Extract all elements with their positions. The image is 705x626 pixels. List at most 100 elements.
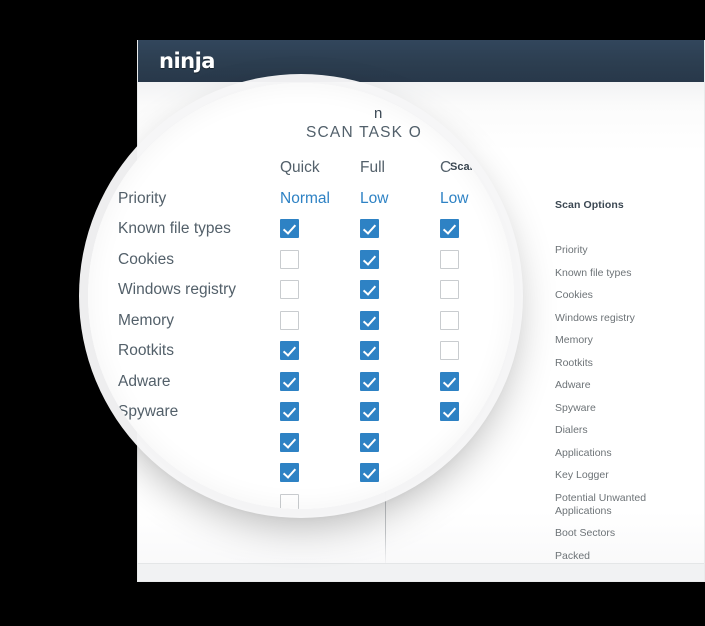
list-item[interactable]: Applications	[555, 447, 695, 460]
checkbox[interactable]	[280, 310, 299, 330]
table-row	[118, 493, 514, 509]
checkbox-cell	[280, 401, 360, 421]
checkbox[interactable]	[280, 493, 299, 509]
table-row: Windows registry	[118, 279, 514, 310]
column-header-custom: C	[440, 157, 514, 179]
checkbox[interactable]	[440, 402, 459, 421]
column-header-quick: Quick	[280, 157, 360, 179]
table-row: Adware	[118, 371, 514, 402]
checkbox-cell	[280, 310, 360, 330]
checkbox[interactable]	[440, 371, 459, 391]
checkbox[interactable]	[360, 249, 379, 269]
list-item[interactable]: Dialers	[555, 424, 695, 437]
checkbox[interactable]	[280, 432, 299, 452]
scan-options-panel: Scan Options Priority Known file types C…	[555, 199, 695, 582]
list-item[interactable]: Cookies	[555, 289, 695, 302]
magnified-dialog-title: SCAN TASK O	[306, 124, 422, 141]
priority-value-quick: Normal	[280, 188, 360, 210]
checkbox[interactable]	[360, 402, 379, 421]
screenshot-stage: ninja n SCAN TASK O Scan Options Priorit…	[0, 0, 705, 626]
app-logo: ninja	[159, 49, 215, 73]
checkbox[interactable]	[280, 249, 299, 269]
checkbox-cell	[280, 371, 360, 391]
checkbox-cell	[440, 249, 514, 269]
priority-value[interactable]: Normal	[280, 190, 330, 207]
priority-value[interactable]: Low	[440, 190, 468, 207]
column-header-label: Quick	[280, 159, 320, 176]
column-header-label: Full	[360, 159, 385, 176]
checkbox[interactable]	[360, 463, 379, 482]
list-item[interactable]: Packed	[555, 550, 695, 563]
checkbox[interactable]	[280, 371, 299, 391]
checkbox[interactable]	[440, 310, 459, 330]
table-row: Memory	[118, 310, 514, 341]
list-item[interactable]: Potential Unwanted Applications	[555, 492, 695, 518]
table-row: lers	[118, 432, 514, 463]
row-label: Rootkits	[118, 342, 174, 359]
checkbox-cell	[280, 462, 360, 482]
column-header-label: C	[440, 159, 452, 176]
list-item[interactable]: Windows registry	[555, 312, 695, 325]
checkbox-cell	[280, 218, 360, 238]
checkbox[interactable]	[360, 219, 379, 238]
list-item[interactable]: Rootkits	[555, 357, 695, 370]
checkbox-cell	[280, 279, 360, 299]
checkbox-cell	[280, 340, 360, 360]
checkbox-cell	[360, 279, 440, 299]
scan-options-header: Scan Options	[555, 199, 624, 211]
row-label: Memory	[118, 311, 174, 329]
table-row: Spyware	[118, 401, 514, 432]
list-item[interactable]: Spyware	[555, 402, 695, 415]
checkbox-cell	[360, 401, 440, 421]
checkbox-cell	[440, 401, 514, 421]
table-row-priority: Priority Normal Low Low	[118, 188, 514, 219]
priority-value-full: Low	[360, 188, 440, 210]
checkbox[interactable]	[440, 280, 459, 299]
checkbox-cell	[360, 310, 440, 330]
checkbox-cell	[360, 432, 440, 452]
checkbox[interactable]	[280, 219, 299, 238]
list-item[interactable]: Priority	[555, 244, 695, 257]
checkbox[interactable]	[280, 341, 299, 360]
magnified-subtitle-fragment: n	[374, 105, 383, 122]
checkbox[interactable]	[360, 280, 379, 299]
table-header-row: Quick Full C	[118, 157, 514, 188]
checkbox[interactable]	[360, 310, 379, 330]
checkbox[interactable]	[360, 371, 379, 391]
list-item[interactable]: Known file types	[555, 267, 695, 280]
row-label: ns	[118, 464, 135, 481]
checkbox[interactable]	[360, 341, 379, 360]
row-label: Spyware	[118, 403, 179, 420]
checkbox[interactable]	[440, 249, 459, 269]
checkbox[interactable]	[280, 463, 299, 482]
checkbox-cell	[280, 493, 360, 509]
scan-task-options-table: Quick Full C Priority Normal Low Low Kno…	[118, 157, 514, 509]
list-item[interactable]: Memory	[555, 334, 695, 347]
priority-value-custom: Low	[440, 188, 514, 210]
checkbox-cell	[360, 462, 440, 482]
checkbox[interactable]	[280, 280, 299, 299]
checkbox[interactable]	[360, 432, 379, 452]
table-row: Cookies	[118, 249, 514, 280]
checkbox-cell	[440, 371, 514, 391]
checkbox-cell	[360, 218, 440, 238]
list-item[interactable]: Boot Sectors	[555, 527, 695, 540]
row-label: Cookies	[118, 250, 174, 268]
magnifier-content: n SCAN TASK O Scan Options Quick Full C …	[88, 83, 514, 509]
list-item[interactable]: Adware	[555, 379, 695, 392]
row-label: Priority	[118, 189, 167, 207]
checkbox-cell	[360, 249, 440, 269]
checkbox[interactable]	[440, 219, 459, 238]
window-titlebar: ninja	[137, 40, 705, 83]
checkbox-cell	[440, 279, 514, 299]
table-row: ns	[118, 462, 514, 493]
checkbox-cell	[440, 310, 514, 330]
checkbox-cell	[360, 340, 440, 360]
checkbox-cell	[440, 218, 514, 238]
priority-value[interactable]: Low	[360, 190, 388, 207]
row-label: Windows registry	[118, 281, 236, 298]
checkbox[interactable]	[440, 341, 459, 360]
list-item[interactable]: Key Logger	[555, 469, 695, 482]
checkbox-cell	[360, 371, 440, 391]
checkbox[interactable]	[280, 402, 299, 421]
